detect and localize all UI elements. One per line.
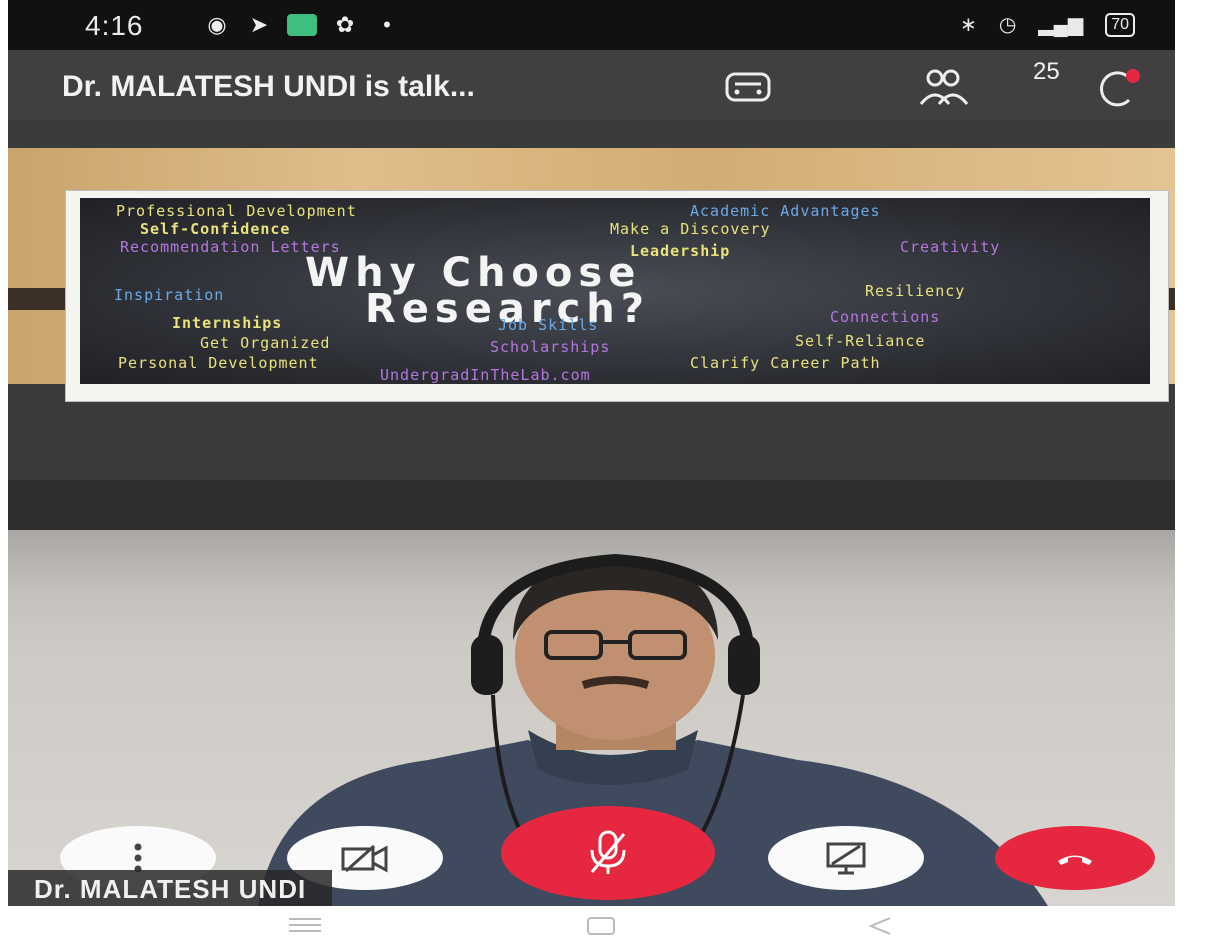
slide-word: Professional Development — [116, 202, 357, 220]
slide-word: Self-Reliance — [795, 332, 926, 350]
mic-off-icon — [590, 830, 626, 874]
hang-up-icon — [1058, 855, 1092, 865]
messenger-icon: ◉ — [207, 12, 227, 37]
chalkboard: Professional Development Academic Advant… — [80, 198, 1150, 384]
telegram-icon: ➤ — [249, 12, 269, 37]
participants-icon[interactable] — [913, 66, 983, 106]
shared-screen[interactable]: Professional Development Academic Advant… — [8, 120, 1175, 480]
slide-word: Resiliency — [865, 282, 966, 300]
system-icons: ∗ ◷ ▂▄▆ 70 — [960, 12, 1135, 37]
chat-icon[interactable] — [1093, 66, 1143, 107]
slide-word: Inspiration — [114, 286, 225, 304]
slide-word: Make a Discovery — [610, 220, 771, 238]
app-notification-icon — [287, 14, 317, 36]
speaker-name-label: Dr. MALATESH UNDI — [8, 870, 333, 906]
slide-frame: Professional Development Academic Advant… — [65, 190, 1169, 402]
notification-icons: ◉ ➤ ✿ • — [203, 14, 401, 36]
bluetooth-icon: ∗ — [960, 14, 977, 36]
slide-word: Internships — [172, 314, 283, 332]
menu-nav-icon[interactable] — [287, 916, 323, 939]
app-icon: ✿ — [335, 12, 355, 37]
status-time: 4:16 — [85, 10, 144, 41]
slide-word: Self-Confidence — [140, 220, 291, 238]
meeting-screen: 4:16 ◉ ➤ ✿ • ∗ ◷ ▂▄▆ 70 Dr. MALATESH UND… — [8, 0, 1175, 906]
slide-word: Personal Development — [118, 354, 319, 372]
participants-count: 25 — [1033, 58, 1060, 85]
home-nav-icon[interactable] — [586, 916, 616, 941]
slide-background: Professional Development Academic Advant… — [8, 148, 1175, 402]
more-notifications-icon: • — [383, 12, 391, 37]
board-mount-left — [8, 288, 68, 310]
slide-word: Get Organized — [200, 334, 331, 352]
status-bar: 4:16 ◉ ➤ ✿ • ∗ ◷ ▂▄▆ 70 — [8, 0, 1175, 50]
end-call-button[interactable] — [995, 826, 1155, 890]
more-vertical-icon — [134, 843, 142, 873]
slide-word: UndergradInTheLab.com — [380, 366, 591, 384]
slide-word: Scholarships — [490, 338, 611, 356]
meeting-header: Dr. MALATESH UNDI is talk... 25 — [8, 50, 1175, 120]
car-mode-icon[interactable] — [723, 66, 773, 106]
back-nav-icon[interactable] — [868, 916, 892, 941]
slide-word: Leadership — [630, 242, 731, 260]
system-nav-bar — [0, 906, 1205, 941]
meeting-title: Dr. MALATESH UNDI is talk... — [62, 70, 475, 103]
alarm-icon: ◷ — [998, 14, 1017, 36]
mute-mic-button[interactable] — [501, 806, 715, 900]
slide-word: Job Skills — [498, 316, 599, 334]
slide-word: Clarify Career Path — [690, 354, 881, 372]
signal-icon: ▂▄▆ — [1038, 14, 1084, 36]
video-off-icon — [341, 844, 388, 873]
screen-share-button[interactable] — [768, 826, 924, 890]
slide-word: Academic Advantages — [690, 202, 881, 220]
screen-share-off-icon — [826, 842, 866, 875]
battery-icon: 70 — [1105, 12, 1135, 37]
video-divider — [8, 480, 1175, 530]
slide-word: Creativity — [900, 238, 1001, 256]
slide-word: Connections — [830, 308, 941, 326]
